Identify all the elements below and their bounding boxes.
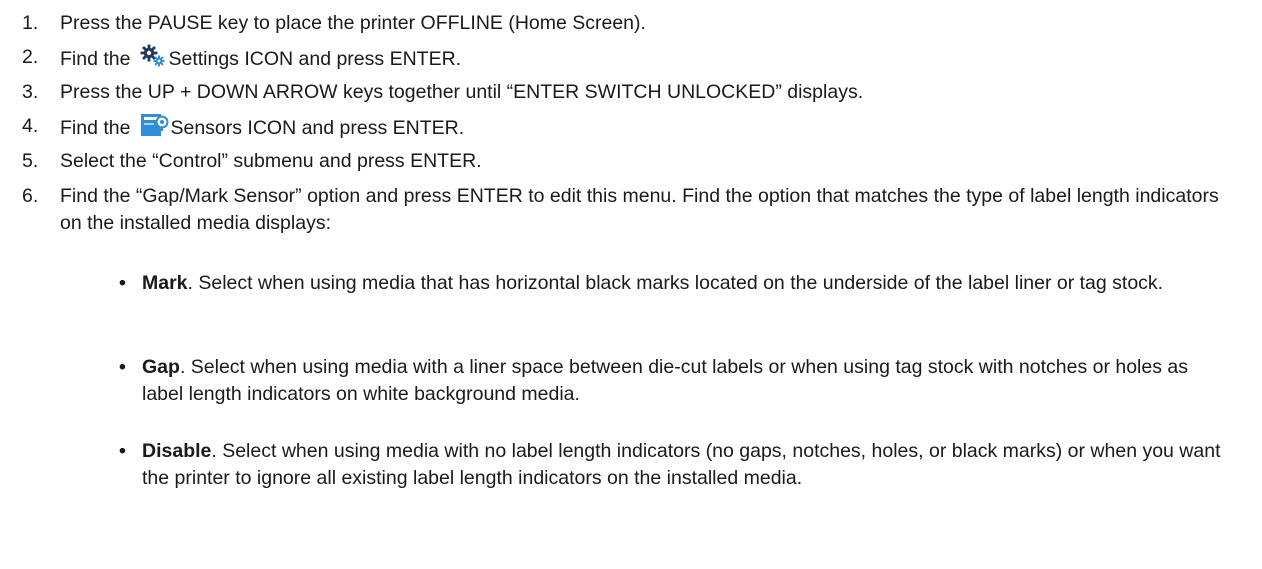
bullet: • (119, 272, 126, 294)
step-number: 2. (22, 46, 39, 68)
step-number: 3. (22, 81, 39, 103)
step-text: Find the Settings ICON and press ENTER. (60, 44, 1240, 76)
option-text: Disable. Select when using media with no… (142, 438, 1222, 492)
gear-icon (140, 44, 168, 76)
bullet: • (119, 356, 126, 378)
step-text: Find the Sensors ICON and press ENTER. (60, 113, 1240, 145)
option-text: Mark. Select when using media that has h… (142, 270, 1222, 297)
option-term: Mark (142, 272, 188, 294)
step-text-pre: Find the (60, 48, 131, 70)
step-number: 1. (22, 12, 39, 34)
document-page: 1. Press the PAUSE key to place the prin… (0, 0, 1262, 569)
step-text: Select the “Control” submenu and press E… (60, 150, 482, 172)
step-number: 6. (22, 185, 39, 207)
option-description: . Select when using media with a liner s… (142, 356, 1188, 405)
step-number: 5. (22, 150, 39, 172)
option-text: Gap. Select when using media with a line… (142, 354, 1222, 408)
step-number: 4. (22, 115, 39, 137)
step-text: Find the “Gap/Mark Sensor” option and pr… (60, 185, 1219, 234)
sensors-icon (140, 113, 170, 145)
step-text: Press the UP + DOWN ARROW keys together … (60, 81, 864, 103)
option-term: Disable (142, 440, 212, 462)
step-text-pre: Find the (60, 117, 131, 139)
option-description: . Select when using media that has horiz… (187, 272, 1164, 294)
bullet: • (119, 440, 126, 462)
step-text: Press the PAUSE key to place the printer… (60, 12, 646, 34)
step-text-post: Sensors ICON and press ENTER. (170, 117, 465, 139)
option-description: . Select when using media with no label … (142, 440, 1221, 489)
step-text-post: Settings ICON and press ENTER. (168, 48, 462, 70)
option-term: Gap (142, 356, 180, 378)
